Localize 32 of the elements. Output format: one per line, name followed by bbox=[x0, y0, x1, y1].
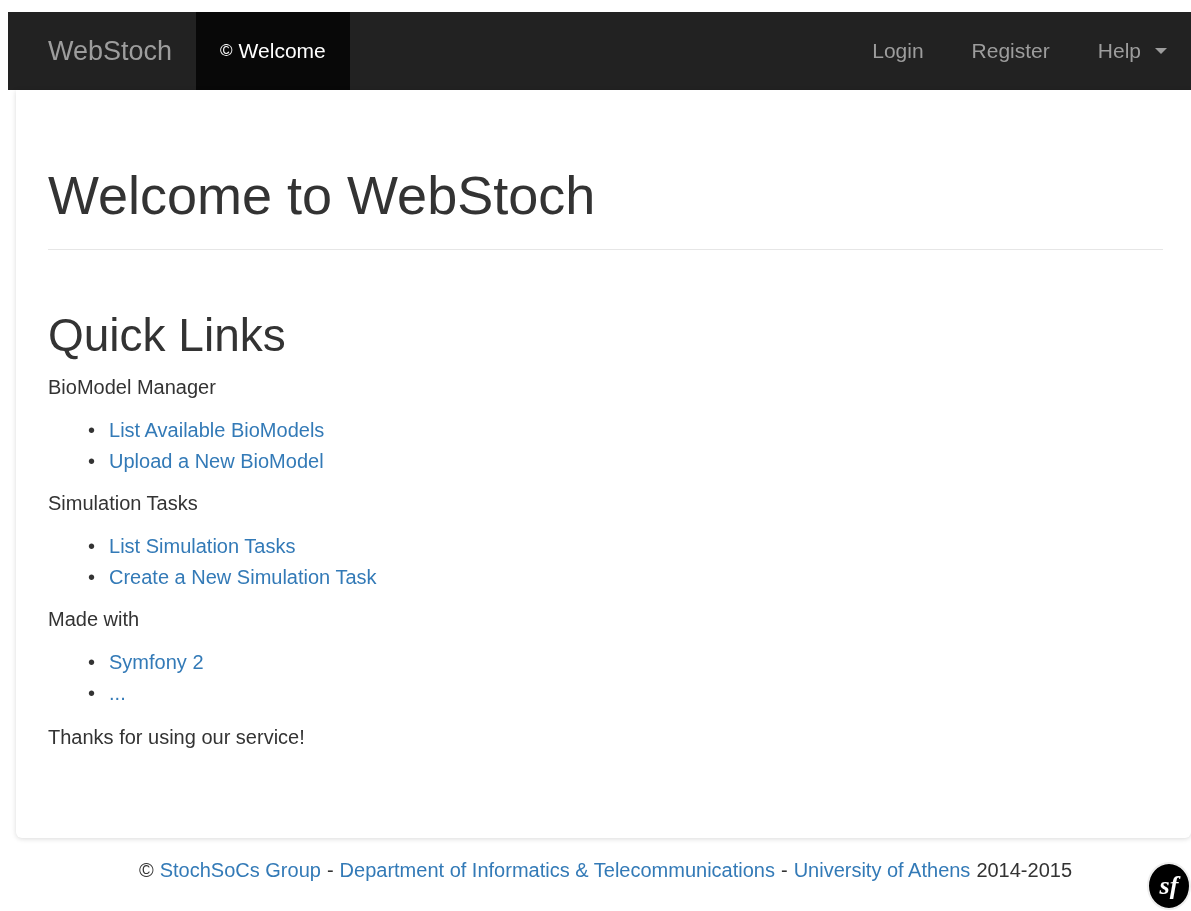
nav-dropdown[interactable]: Help bbox=[1073, 12, 1191, 90]
nav-link[interactable]: Login bbox=[848, 12, 948, 90]
section-heading: Quick Links bbox=[48, 310, 287, 361]
quick-link[interactable]: Upload a New BioModel bbox=[109, 446, 324, 477]
brand-link[interactable]: WebStoch bbox=[8, 12, 197, 90]
quick-link[interactable]: Symfony 2 bbox=[109, 647, 204, 678]
footer-text: © bbox=[138, 859, 154, 882]
quick-link[interactable]: List Available BioModels bbox=[109, 415, 325, 446]
group-label: Made with bbox=[48, 607, 141, 631]
bullet-mark: • bbox=[88, 534, 95, 559]
footer-text: - bbox=[780, 859, 788, 882]
caret-icon bbox=[1155, 48, 1167, 54]
quick-link[interactable]: ... bbox=[109, 678, 126, 709]
group-label: Simulation Tasks bbox=[48, 491, 199, 515]
page-title: Welcome to WebStoch bbox=[48, 166, 1163, 251]
nav-link[interactable]: Register bbox=[947, 12, 1074, 90]
bullet-mark: • bbox=[88, 449, 95, 474]
footer-text: - bbox=[326, 859, 334, 882]
footer-link[interactable]: Department of Informatics & Telecommunications bbox=[339, 859, 775, 882]
bullet-mark: • bbox=[88, 681, 95, 706]
bullet-mark: • bbox=[88, 565, 95, 590]
quick-link[interactable]: List Simulation Tasks bbox=[109, 531, 296, 562]
footer-link[interactable]: University of Athens bbox=[793, 859, 971, 882]
footer-text: 2014-2015 bbox=[976, 859, 1073, 882]
closing-text: Thanks for using our service! bbox=[48, 725, 306, 749]
footer-link[interactable]: StochSoCs Group bbox=[159, 859, 321, 882]
quick-link[interactable]: Create a New Simulation Task bbox=[109, 562, 377, 593]
logo-badge[interactable]: sf bbox=[1147, 862, 1191, 910]
group-label: BioModel Manager bbox=[48, 375, 217, 399]
nav-tab[interactable]: © Welcome bbox=[196, 12, 350, 90]
bullet-mark: • bbox=[88, 650, 95, 675]
bullet-mark: • bbox=[88, 418, 95, 443]
